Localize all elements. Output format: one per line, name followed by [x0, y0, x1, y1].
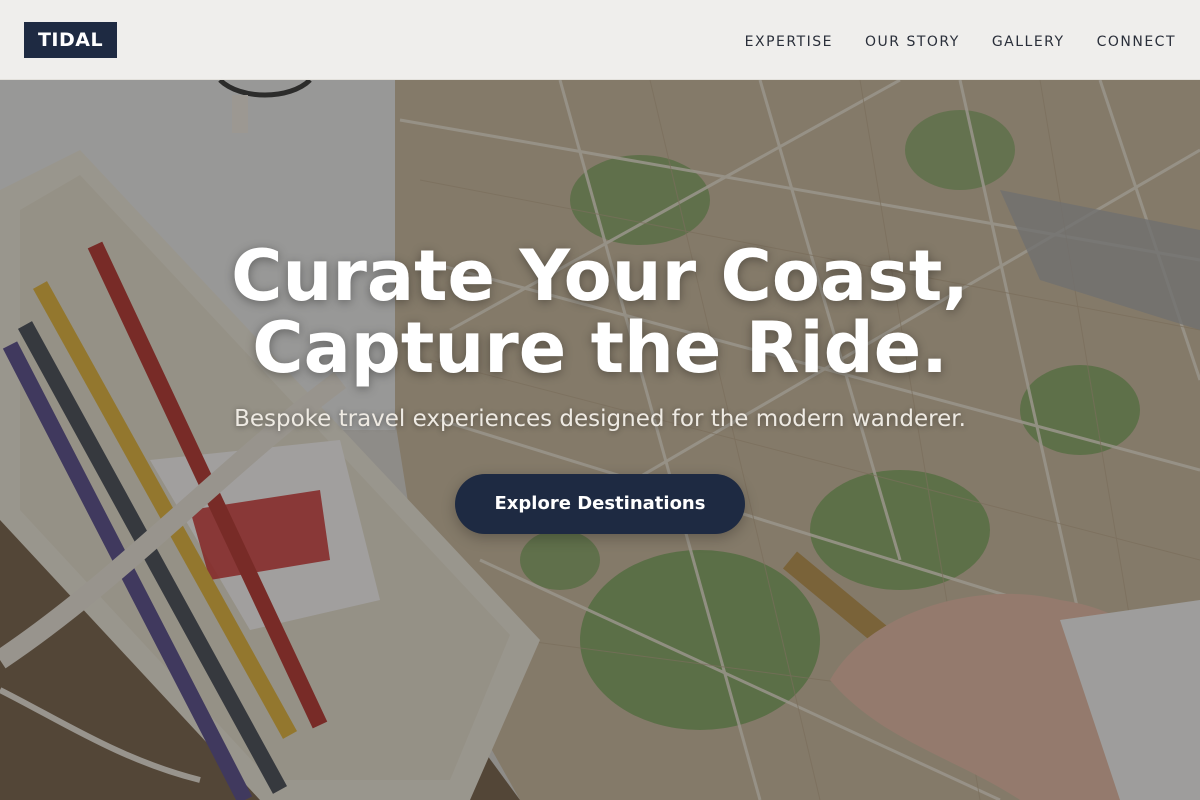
landing-page: TIDAL EXPERTISE OUR STORY GALLERY CONNEC…: [0, 0, 1200, 800]
main-nav: EXPERTISE OUR STORY GALLERY CONNECT: [745, 0, 1176, 80]
nav-item-gallery: GALLERY: [992, 31, 1065, 50]
hero-title-line-2: Capture the Ride.: [252, 307, 948, 389]
nav-link-our-story[interactable]: OUR STORY: [865, 34, 960, 50]
nav-link-gallery[interactable]: GALLERY: [992, 34, 1065, 50]
site-header: TIDAL EXPERTISE OUR STORY GALLERY CONNEC…: [0, 0, 1200, 80]
nav-link-expertise[interactable]: EXPERTISE: [745, 34, 833, 50]
nav-item-expertise: EXPERTISE: [745, 31, 833, 50]
brand-logo[interactable]: TIDAL: [24, 22, 117, 58]
hero-title-line-1: Curate Your Coast,: [231, 235, 969, 317]
nav-item-our-story: OUR STORY: [865, 31, 960, 50]
nav-link-connect[interactable]: CONNECT: [1097, 34, 1176, 50]
nav-item-connect: CONNECT: [1097, 31, 1176, 50]
hero-section: Curate Your Coast, Capture the Ride. Bes…: [0, 240, 1200, 534]
explore-destinations-button[interactable]: Explore Destinations: [455, 474, 745, 534]
hero-subtitle: Bespoke travel experiences designed for …: [234, 406, 966, 432]
hero-title: Curate Your Coast, Capture the Ride.: [0, 240, 1200, 384]
